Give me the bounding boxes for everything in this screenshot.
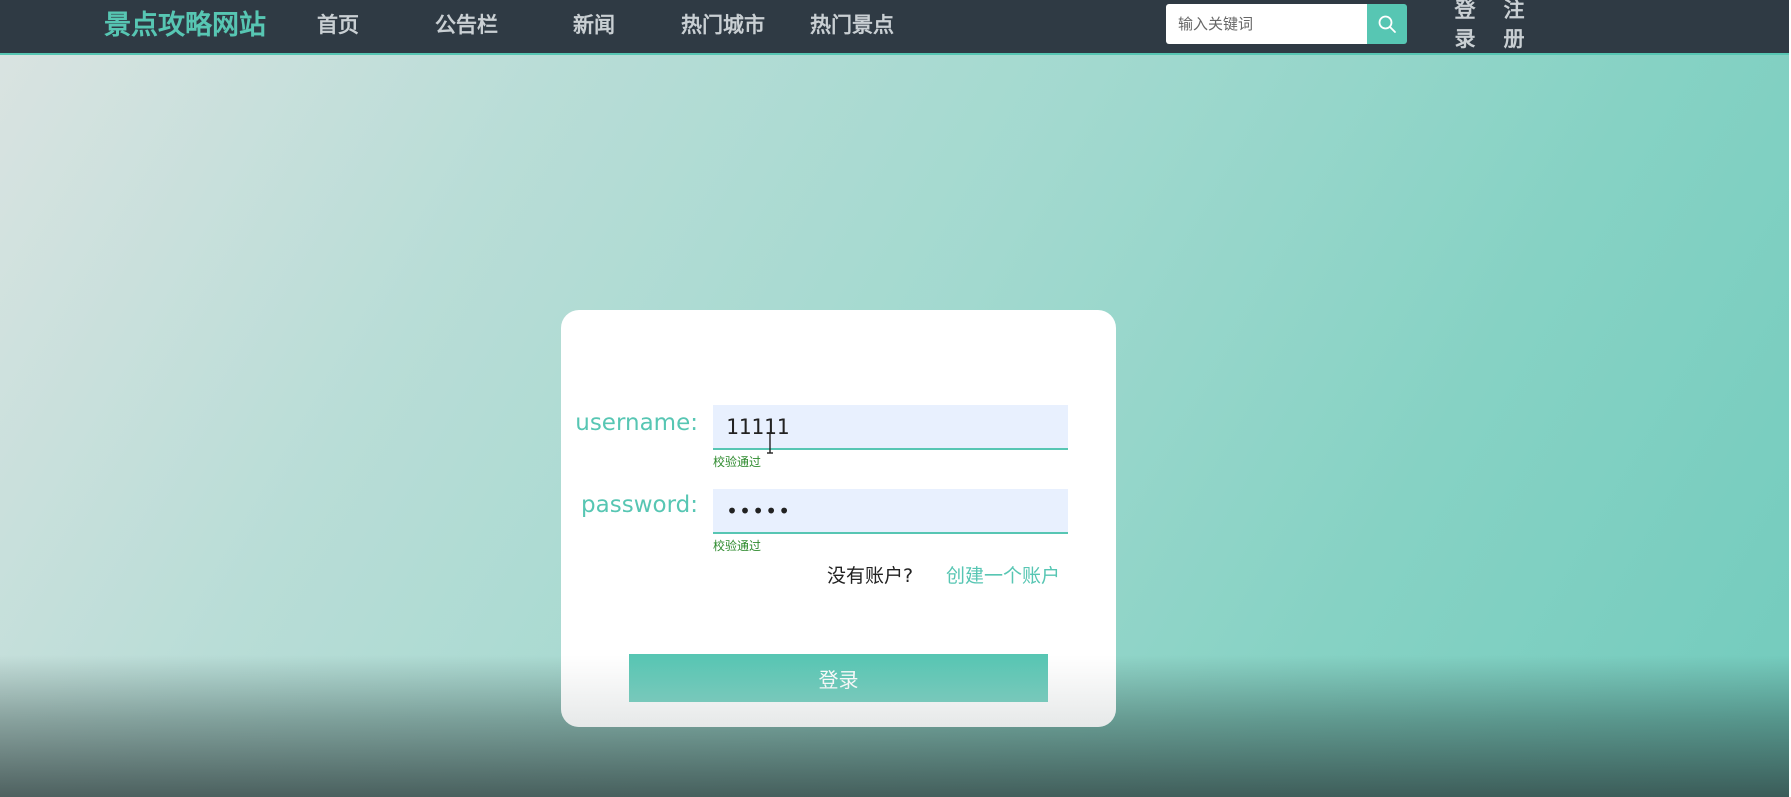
nav-item-bulletin[interactable]: 公告栏 — [435, 10, 498, 40]
nav-item-hot-cities[interactable]: 热门城市 — [681, 10, 765, 40]
no-account-text: 没有账户? — [827, 565, 914, 587]
nav-item-hot-attractions[interactable]: 热门景点 — [810, 10, 894, 40]
nav-register-link[interactable]: 注册 — [1502, 0, 1526, 54]
search-button[interactable] — [1367, 4, 1407, 44]
page: 景点攻略网站 首页 公告栏 新闻 热门城市 热门景点 登录 注册 usernam… — [0, 0, 1791, 797]
site-logo-title[interactable]: 景点攻略网站 — [104, 7, 266, 45]
username-validation-hint: 校验通过 — [713, 455, 762, 469]
nav-login-link[interactable]: 登录 — [1453, 0, 1477, 54]
nav-item-home[interactable]: 首页 — [317, 10, 359, 40]
password-label: password: — [581, 492, 698, 518]
login-submit-button[interactable]: 登录 — [629, 654, 1048, 702]
top-navbar: 景点攻略网站 首页 公告栏 新闻 热门城市 热门景点 登录 注册 — [0, 0, 1789, 55]
search-input[interactable] — [1166, 4, 1368, 44]
text-cursor-icon — [767, 432, 773, 454]
password-validation-hint: 校验通过 — [713, 539, 762, 553]
create-account-link[interactable]: 创建一个账户 — [946, 563, 1060, 589]
password-field[interactable] — [713, 489, 1068, 534]
search-icon — [1378, 15, 1396, 33]
nav-item-news[interactable]: 新闻 — [573, 10, 615, 40]
username-label: username: — [575, 410, 698, 436]
